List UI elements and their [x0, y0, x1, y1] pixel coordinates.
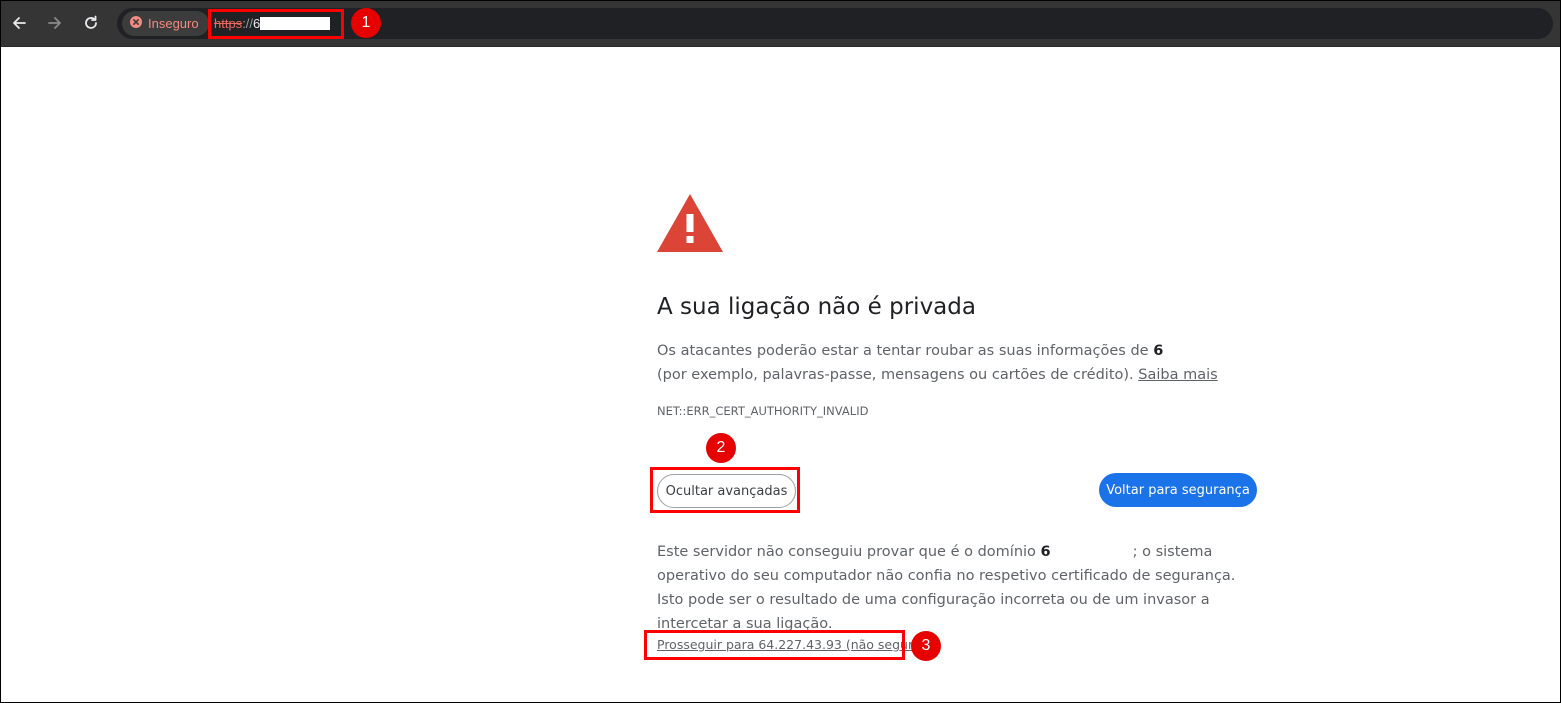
url-separator: :// — [242, 16, 254, 31]
details-text-start: Este servidor não conseguiu provar que é… — [657, 544, 1041, 560]
details-paragraph: Este servidor não conseguiu provar que é… — [657, 540, 1257, 636]
url-protocol: https — [214, 16, 243, 31]
address-bar[interactable]: Inseguro https://6 — [117, 8, 1553, 39]
hide-advanced-button[interactable]: Ocultar avançadas — [657, 474, 796, 508]
security-chip-label: Inseguro — [148, 16, 199, 31]
arrow-left-icon — [11, 15, 27, 31]
intro-paragraph: Os atacantes poderão estar a tentar roub… — [657, 339, 1257, 387]
url-redaction — [260, 17, 331, 30]
learn-more-link[interactable]: Saiba mais — [1138, 367, 1217, 383]
warning-triangle-icon — [657, 194, 723, 257]
reload-button[interactable] — [77, 9, 105, 37]
page-title: A sua ligação não é privada — [657, 294, 976, 320]
annotation-badge-2: 2 — [706, 433, 736, 463]
back-to-safety-button[interactable]: Voltar para segurança — [1099, 473, 1257, 507]
error-circle-icon — [130, 15, 142, 33]
annotation-badge-1: 1 — [351, 8, 381, 38]
url-text[interactable]: https://6 — [214, 16, 331, 31]
intro-host: 6 — [1153, 343, 1164, 359]
annotation-badge-3: 3 — [911, 631, 941, 661]
browser-window: Inseguro https://6 A sua ligação não é p… — [0, 0, 1561, 703]
details-host: 6 — [1040, 544, 1051, 560]
forward-button[interactable] — [41, 9, 69, 37]
arrow-right-icon — [47, 15, 63, 31]
security-chip[interactable]: Inseguro — [122, 11, 209, 36]
reload-icon — [83, 15, 99, 31]
back-button[interactable] — [5, 9, 33, 37]
browser-toolbar: Inseguro https://6 — [1, 1, 1560, 47]
proceed-unsafe-link[interactable]: Prosseguir para 64.227.43.93 (não seguro… — [657, 637, 925, 652]
intro-text-end: (por exemplo, palavras-passe, mensagens … — [657, 367, 1139, 383]
intro-text-start: Os atacantes poderão estar a tentar roub… — [657, 343, 1154, 359]
url-host: 6 — [253, 16, 261, 31]
error-code: NET::ERR_CERT_AUTHORITY_INVALID — [657, 404, 869, 418]
